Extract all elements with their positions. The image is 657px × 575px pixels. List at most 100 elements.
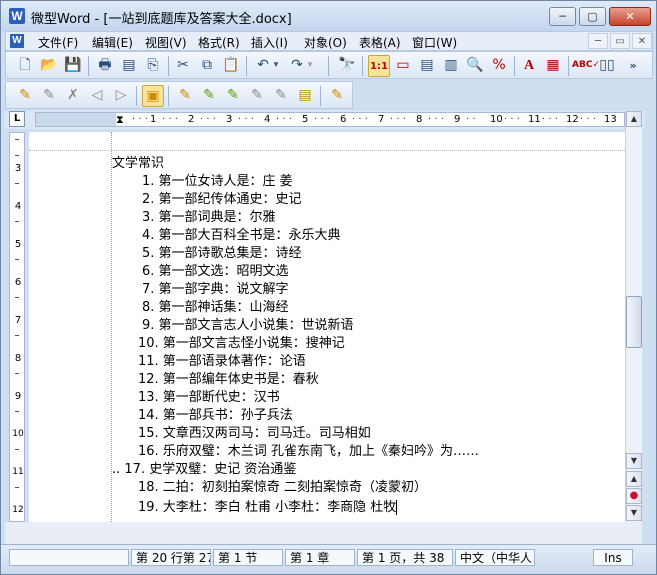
paste-icon[interactable]: 📋 <box>220 55 242 77</box>
minimize-button[interactable]: ─ <box>549 7 576 26</box>
highlight-icon[interactable]: ✎ <box>326 85 348 107</box>
list-item: 18. 二拍：初刻拍案惊奇 二刻拍案惊奇（凌蒙初） <box>138 480 427 495</box>
toolbar-separator <box>514 56 515 76</box>
list-item: 6. 第一部文选：昭明文选 <box>142 264 289 279</box>
scroll-down-button[interactable]: ▼ <box>626 453 642 469</box>
web-view-icon[interactable]: ▥ <box>440 55 462 77</box>
font-icon[interactable]: A <box>518 55 540 77</box>
list-item: 1. 第一位女诗人是：庄 姜 <box>142 174 293 189</box>
vruler-number: 7 <box>14 315 22 326</box>
reviewing-pane-icon[interactable]: ▤ <box>294 85 316 107</box>
status-insert-mode[interactable]: Ins <box>593 549 633 566</box>
menu-file[interactable]: 文件(F) <box>38 34 78 51</box>
copy-icon[interactable]: ⧉ <box>196 55 218 77</box>
reject-all-icon[interactable]: ✎ <box>246 85 268 107</box>
vruler-number: 5 <box>14 239 22 250</box>
page-view-icon[interactable]: 1:1 <box>368 55 390 77</box>
status-section: 第 1 节 <box>213 549 283 566</box>
vruler-number: 12 <box>12 505 24 515</box>
previous-comment-icon[interactable]: ◁ <box>86 85 108 107</box>
find-icon[interactable]: 🔭 <box>336 55 358 77</box>
list-item: 9. 第一部文言志人小说集：世说新语 <box>142 318 354 333</box>
spellcheck-icon[interactable]: ABC✓ <box>572 55 600 77</box>
delete-comment-icon[interactable]: ✗ <box>62 85 84 107</box>
close-button[interactable]: ✕ <box>609 7 651 26</box>
ruler-number: 4 <box>264 114 271 125</box>
toolbar-separator <box>568 56 569 76</box>
list-item: 7. 第一部字典：说文解字 <box>142 282 289 297</box>
title-bar[interactable]: W 微型Word - [一站到底题库及答案大全.docx] ─ ▢ ✕ <box>1 1 656 31</box>
vertical-scrollbar[interactable]: ▲ ▼ ▲ ● ▼ <box>625 111 642 522</box>
doc-restore-button[interactable]: ▭ <box>610 33 630 49</box>
status-page: 第 1 页，共 38 <box>357 549 453 566</box>
doc-minimize-button[interactable]: ─ <box>588 33 608 49</box>
insert-comment-icon[interactable]: ✎ <box>14 85 36 107</box>
list-item: 14. 第一部兵书：孙子兵法 <box>138 408 293 423</box>
doc-close-button[interactable]: ✕ <box>632 33 652 49</box>
menu-view[interactable]: 视图(V) <box>145 34 187 51</box>
list-item: 3. 第一部词典是：尔雅 <box>142 210 276 225</box>
pdf-icon[interactable]: ▤ <box>118 55 140 77</box>
menu-window[interactable]: 窗口(W) <box>412 34 457 51</box>
accept-all-icon[interactable]: ✎ <box>222 85 244 107</box>
select-browse-object-button[interactable]: ● <box>626 488 642 504</box>
previous-page-button[interactable]: ▲ <box>626 471 642 487</box>
reject-change-icon[interactable]: ✎ <box>198 85 220 107</box>
horizontal-ruler[interactable]: ⧗ 1 2 3 4 5 6 7 8 9 10 11 12 13 · · · · … <box>35 112 625 127</box>
outline-view-icon[interactable]: ▭ <box>392 55 414 77</box>
menu-format[interactable]: 格式(R) <box>198 34 240 51</box>
new-document-icon[interactable]: 🗋 <box>14 55 36 77</box>
toolbar-separator <box>362 56 363 76</box>
toolbar-separator <box>328 56 329 76</box>
word-app-icon[interactable]: W <box>9 8 25 24</box>
export-icon[interactable]: ⎘ <box>142 55 164 77</box>
columns-icon[interactable]: ▯▯ <box>596 55 618 77</box>
toolbar-separator <box>246 56 247 76</box>
normal-view-icon[interactable]: ▤ <box>416 55 438 77</box>
toolbar-separator <box>168 86 169 106</box>
document-area[interactable]: 文学常识 1. 第一位女诗人是：庄 姜 2. 第一部纪传体通史：史记 3. 第一… <box>29 132 625 522</box>
paragraph-icon[interactable]: ▦ <box>542 55 564 77</box>
scroll-thumb[interactable] <box>626 296 642 348</box>
cut-icon[interactable]: ✂ <box>172 55 194 77</box>
maximize-button[interactable]: ▢ <box>579 7 606 26</box>
vertical-ruler[interactable]: 3 4 5 6 7 8 9 10 11 12 <box>9 132 25 522</box>
ruler-number: 12 <box>566 114 579 125</box>
document-icon[interactable]: W <box>10 34 24 48</box>
list-item: 15. 文章西汉两司马：司马迁。司马相如 <box>138 426 371 441</box>
next-comment-icon[interactable]: ▷ <box>110 85 132 107</box>
more-icon[interactable]: » <box>622 55 644 77</box>
menu-object[interactable]: 对象(O) <box>304 34 347 51</box>
ruler-left-margin <box>36 113 116 126</box>
open-folder-icon[interactable]: 📂 <box>38 55 60 77</box>
list-item: .. 17. 史学双璧：史记 资治通鉴 <box>112 462 297 477</box>
list-item: 2. 第一部纪传体通史：史记 <box>142 192 302 207</box>
print-icon[interactable]: 🖶 <box>94 55 116 77</box>
list-item: 5. 第一部诗歌总集是：诗经 <box>142 246 302 261</box>
ruler-number: 2 <box>188 114 195 125</box>
save-icon[interactable]: 💾 <box>62 55 84 77</box>
track-changes-icon[interactable]: ✎ <box>270 85 292 107</box>
vruler-number: 9 <box>14 391 22 402</box>
list-item: 4. 第一部大百科全书是：永乐大典 <box>142 228 341 243</box>
indent-marker-icon[interactable]: ⧗ <box>116 113 124 126</box>
next-page-button[interactable]: ▼ <box>626 505 642 521</box>
menu-insert[interactable]: 插入(I) <box>251 34 288 51</box>
ruler-number: 8 <box>416 114 423 125</box>
page-top-margin-line <box>29 150 625 151</box>
replace-icon[interactable]: % <box>488 55 510 77</box>
zoom-icon[interactable]: 🔍 <box>464 55 486 77</box>
redo-dropdown-icon[interactable]: ▾ <box>304 55 316 77</box>
accept-change-icon[interactable]: ✎ <box>174 85 196 107</box>
list-item: 16. 乐府双璧：木兰词 孔雀东南飞，加上《秦妇吟》为…… <box>138 444 479 459</box>
undo-dropdown-icon[interactable]: ▾ <box>270 55 282 77</box>
application-window: W 微型Word - [一站到底题库及答案大全.docx] ─ ▢ ✕ W 文件… <box>0 0 657 575</box>
menu-edit[interactable]: 编辑(E) <box>92 34 133 51</box>
scroll-up-button[interactable]: ▲ <box>626 111 642 127</box>
status-chapter: 第 1 章 <box>285 549 355 566</box>
show-markup-icon[interactable]: ▣ <box>142 85 164 107</box>
tab-selector[interactable]: L <box>9 111 25 127</box>
vruler-number: 11 <box>12 467 24 477</box>
edit-comment-icon[interactable]: ✎ <box>38 85 60 107</box>
menu-table[interactable]: 表格(A) <box>359 34 401 51</box>
